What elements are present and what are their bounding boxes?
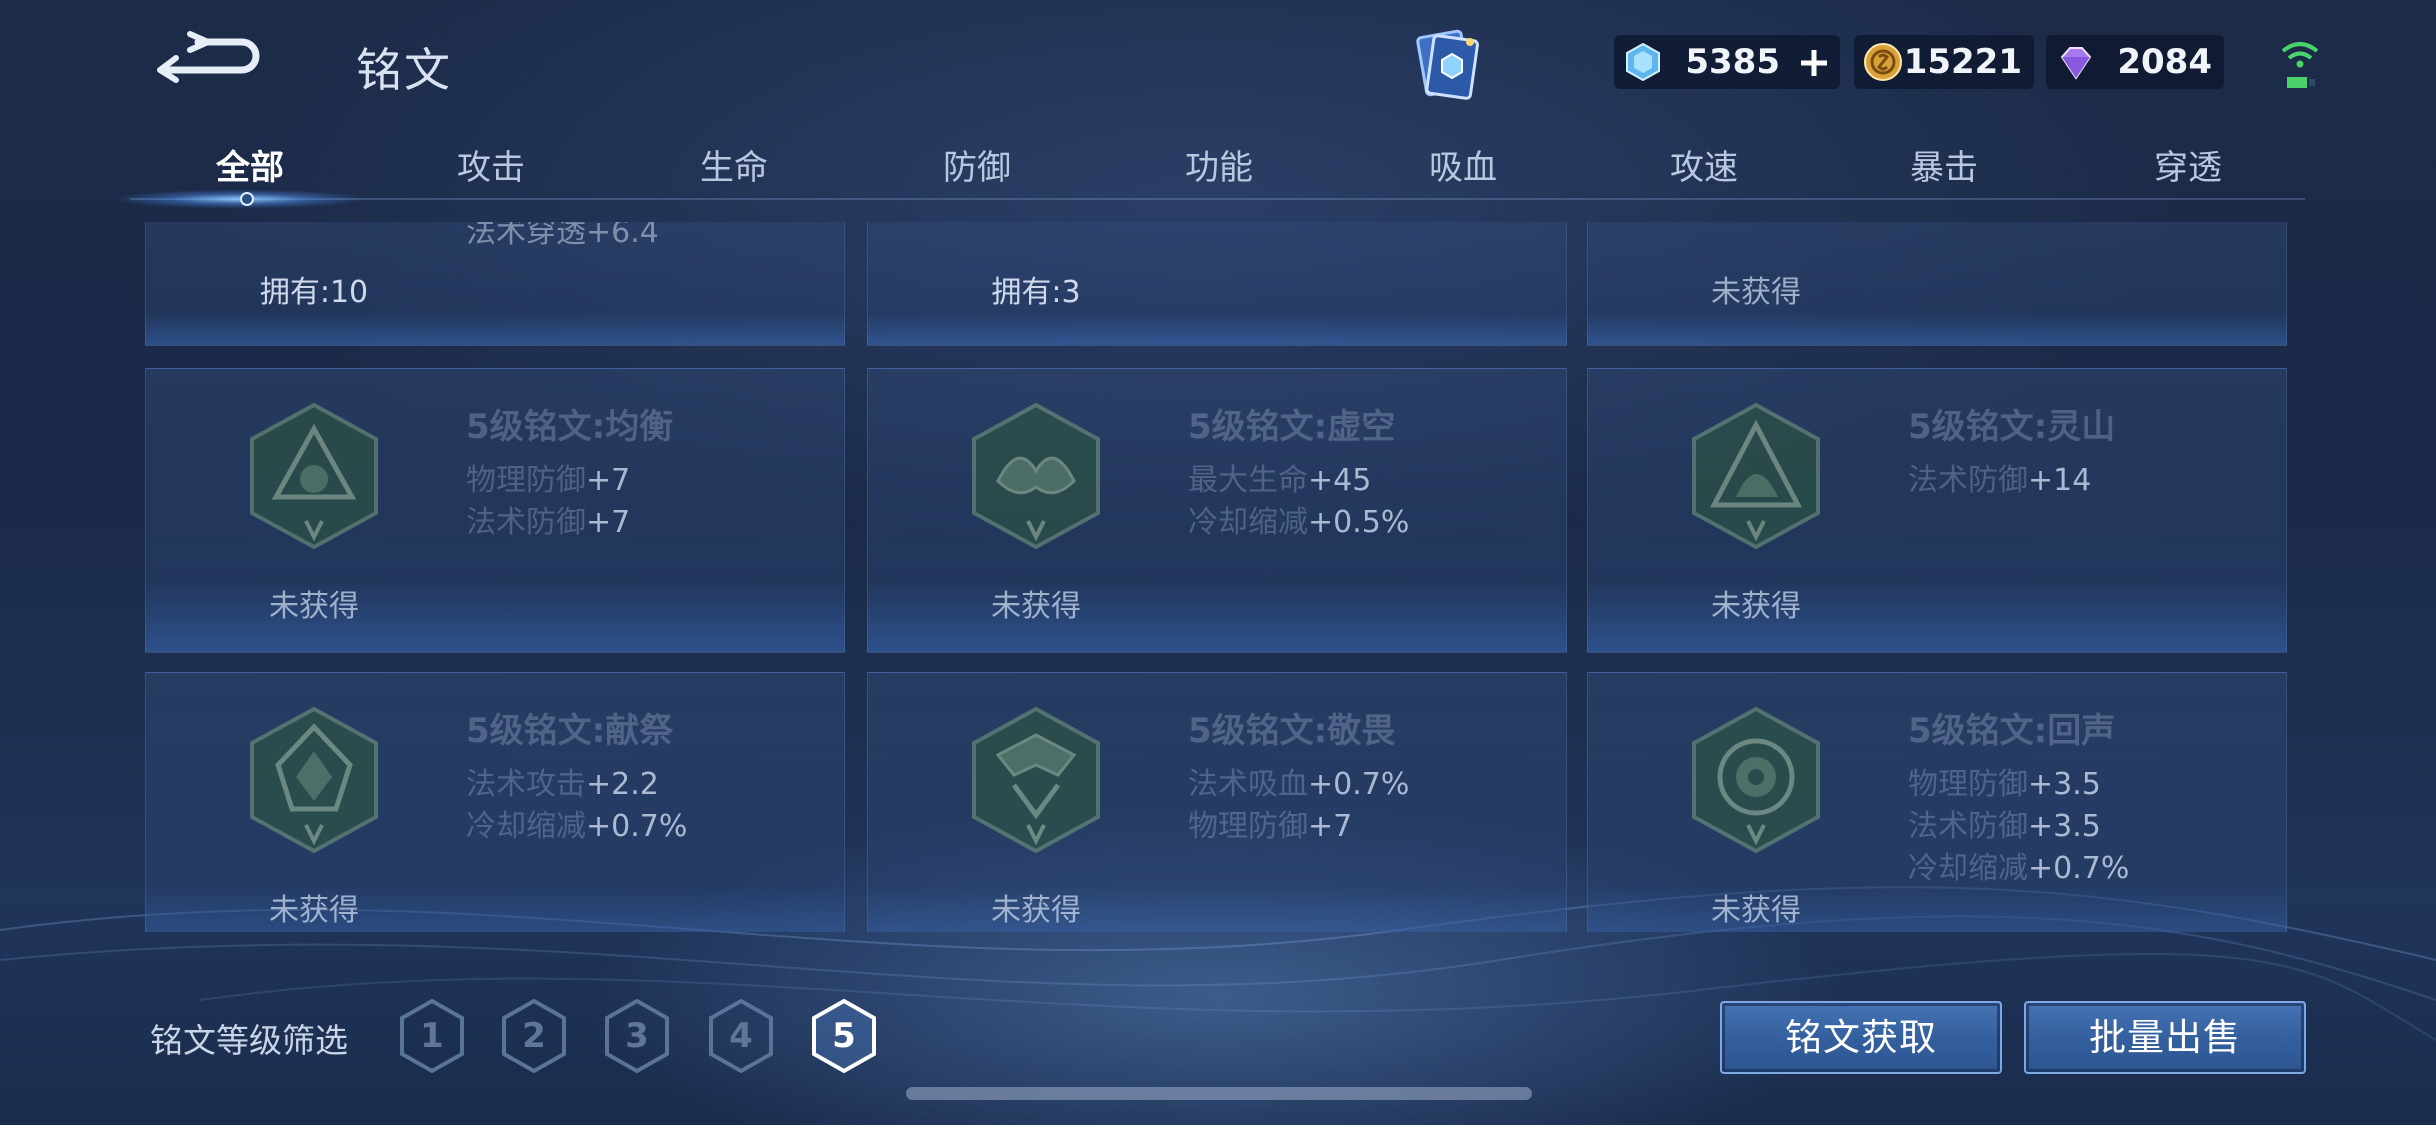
- category-tabs: 全部 攻击 生命 防御 功能 吸血 攻速 暴击 穿透: [120, 130, 2305, 208]
- home-indicator[interactable]: [906, 1087, 1532, 1100]
- tab-lifesteal[interactable]: 吸血: [1429, 140, 1497, 189]
- sacrifice-emblem-icon: [250, 706, 378, 854]
- stat-line: 法术攻击+2.2: [466, 767, 659, 802]
- level-filter-2[interactable]: 2: [500, 998, 568, 1074]
- diamond-balance: 5385: [1614, 35, 1840, 89]
- level-filter-label-3: 3: [625, 1016, 649, 1056]
- stat-line: 法术吸血+0.7%: [1188, 767, 1410, 802]
- inscription-card-void[interactable]: 5级铭文:虚空 最大生命+45 冷却缩减+0.5% 未获得: [867, 368, 1567, 653]
- owned-count: 拥有:10: [259, 275, 369, 310]
- inscription-card[interactable]: 拥有:3: [867, 222, 1567, 346]
- stat-line: 冷却缩减+0.5%: [1188, 505, 1410, 540]
- wifi-icon: [2281, 42, 2319, 88]
- stat-line: 法术穿透+6.4: [466, 222, 659, 250]
- tab-utility[interactable]: 功能: [1185, 140, 1253, 189]
- inscription-card-awe[interactable]: 5级铭文:敬畏 法术吸血+0.7% 物理防御+7 未获得: [867, 672, 1567, 932]
- level-filter-label-1: 1: [420, 1016, 444, 1056]
- diamond-value: 5385: [1685, 42, 1780, 82]
- inscription-name: 5级铭文:回声: [1908, 711, 2116, 751]
- inscription-emblem-icon: [986, 222, 1086, 237]
- owned-status: 未获得: [1711, 275, 1801, 310]
- inscription-card-sacrifice[interactable]: 5级铭文:献祭 法术攻击+2.2 冷却缩减+0.7% 未获得: [145, 672, 845, 932]
- stat-line: 法术防御+14: [1908, 463, 2092, 498]
- inscription-name: 5级铭文:敬畏: [1188, 711, 1396, 751]
- inscription-grid[interactable]: 法术穿透+6.4 拥有:10 拥有:3 未获得 5级铭文:均衡 物理防御+7 法…: [145, 222, 2290, 932]
- owned-status: 未获得: [991, 893, 1081, 928]
- inscription-card-echo[interactable]: 5级铭文:回声 物理防御+3.5 法术防御+3.5 冷却缩减+0.7% 未获得: [1587, 672, 2287, 932]
- inscription-book-icon: [1416, 29, 1479, 100]
- tab-all[interactable]: 全部: [216, 140, 284, 189]
- void-emblem-icon: [972, 402, 1100, 550]
- purple-gem-icon: [2060, 47, 2092, 80]
- back-arrow-icon: [157, 31, 260, 83]
- owned-status: 未获得: [269, 893, 359, 928]
- awe-emblem-icon: [972, 706, 1100, 854]
- owned-status: 未获得: [991, 589, 1081, 624]
- tab-penetration[interactable]: 穿透: [2154, 140, 2222, 189]
- inscription-name: 5级铭文:献祭: [466, 711, 674, 751]
- stat-line: 法术防御+3.5: [1908, 809, 2101, 844]
- spirit-mountain-emblem-icon: [1692, 402, 1820, 550]
- tab-divider: [130, 198, 2305, 200]
- inscription-emblem-icon: [264, 222, 364, 237]
- diamond-icon: [1626, 42, 1660, 82]
- inscription-name: 5级铭文:虚空: [1188, 407, 1396, 447]
- level-filter-label-4: 4: [729, 1016, 753, 1056]
- stat-line: 冷却缩减+0.7%: [466, 809, 688, 844]
- gold-value: 15221: [1903, 42, 2022, 82]
- stat-line: 物理防御+7: [1188, 809, 1353, 844]
- add-icon[interactable]: [1798, 47, 1830, 79]
- network-status: [2275, 35, 2325, 91]
- stat-line: 物理防御+7: [466, 463, 631, 498]
- back-button[interactable]: [150, 28, 260, 88]
- gem-value: 2084: [2117, 42, 2212, 82]
- level-filter-label: 铭文等级筛选: [150, 1021, 348, 1060]
- owned-status: 未获得: [1711, 893, 1801, 928]
- gem-balance: 2084: [2046, 35, 2224, 89]
- owned-count: 拥有:3: [991, 275, 1081, 310]
- tab-defense[interactable]: 防御: [943, 140, 1011, 189]
- inscription-emblem-icon: [1706, 222, 1806, 237]
- stat-line: 最大生命+45: [1188, 463, 1372, 498]
- owned-status: 未获得: [269, 589, 359, 624]
- inscription-card[interactable]: 法术穿透+6.4 拥有:10: [145, 222, 845, 346]
- gold-coin-icon: [1864, 43, 1902, 81]
- level-filter-3[interactable]: 3: [603, 998, 671, 1074]
- inscription-card-balance[interactable]: 5级铭文:均衡 物理防御+7 法术防御+7 未获得: [145, 368, 845, 653]
- page-title: 铭文: [356, 43, 452, 97]
- owned-status: 未获得: [1711, 589, 1801, 624]
- balance-emblem-icon: [250, 402, 378, 550]
- echo-emblem-icon: [1692, 706, 1820, 854]
- active-tab-dot: [240, 192, 254, 206]
- inscription-name: 5级铭文:灵山: [1908, 407, 2116, 447]
- inscription-card-spirit-mountain[interactable]: 5级铭文:灵山 法术防御+14 未获得: [1587, 368, 2287, 653]
- gold-balance: 15221: [1854, 35, 2034, 89]
- inscription-name: 5级铭文:均衡: [466, 407, 674, 447]
- stat-line: 物理防御+3.5: [1908, 767, 2101, 802]
- inscription-card[interactable]: 未获得: [1587, 222, 2287, 346]
- level-filter-1[interactable]: 1: [398, 998, 466, 1074]
- tab-critical[interactable]: 暴击: [1910, 140, 1978, 189]
- level-filter-5[interactable]: 5: [810, 998, 878, 1074]
- tab-health[interactable]: 生命: [700, 140, 768, 189]
- bulk-sell-button[interactable]: 批量出售: [2024, 1001, 2306, 1074]
- level-filter-label-2: 2: [522, 1016, 546, 1056]
- tab-attack-speed[interactable]: 攻速: [1670, 140, 1738, 189]
- level-filter-label-5: 5: [832, 1016, 856, 1056]
- level-filter-4[interactable]: 4: [707, 998, 775, 1074]
- inscription-book-button[interactable]: [1408, 24, 1488, 104]
- get-inscription-button[interactable]: 铭文获取: [1720, 1001, 2002, 1074]
- stat-line: 法术防御+7: [466, 505, 631, 540]
- tab-attack[interactable]: 攻击: [457, 140, 525, 189]
- stat-line: 冷却缩减+0.7%: [1908, 851, 2130, 886]
